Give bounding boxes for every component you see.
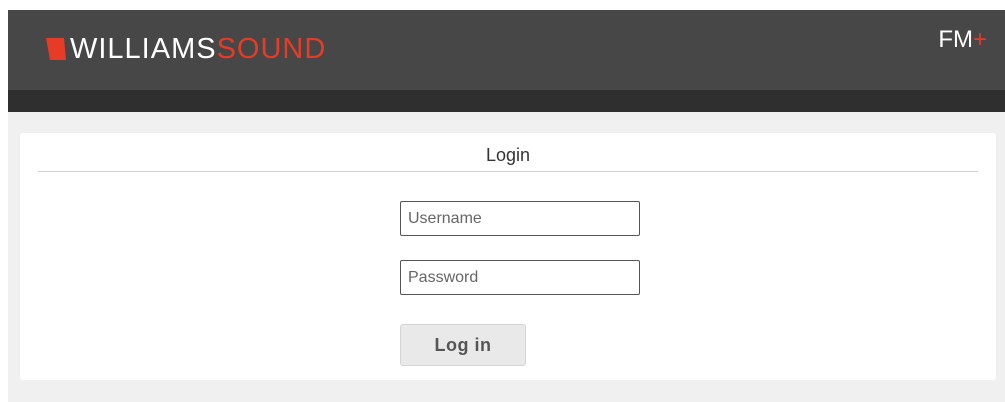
product-name-text: FM (938, 26, 973, 53)
login-button[interactable]: Log in (400, 324, 526, 366)
top-header: WILLIAMS SOUND FM+ (8, 10, 1005, 90)
username-input[interactable] (400, 201, 640, 236)
login-panel: Login Log in (20, 133, 996, 380)
product-suffix: + (972, 26, 987, 53)
header-stripe (8, 90, 1005, 112)
title-divider (38, 171, 978, 172)
login-title: Login (485, 145, 531, 165)
product-name: FM+ (938, 26, 987, 54)
app-frame: WILLIAMSSOUND FM+ Login Log in (8, 10, 1005, 402)
logo-text-primary: WILLIAMS (70, 33, 217, 65)
logo-mark-icon (46, 38, 66, 60)
logo-text-secondary: SOUND (216, 33, 327, 65)
password-input[interactable] (400, 260, 640, 295)
williams-sound-logo: WILLIAMS SOUND (46, 34, 326, 64)
